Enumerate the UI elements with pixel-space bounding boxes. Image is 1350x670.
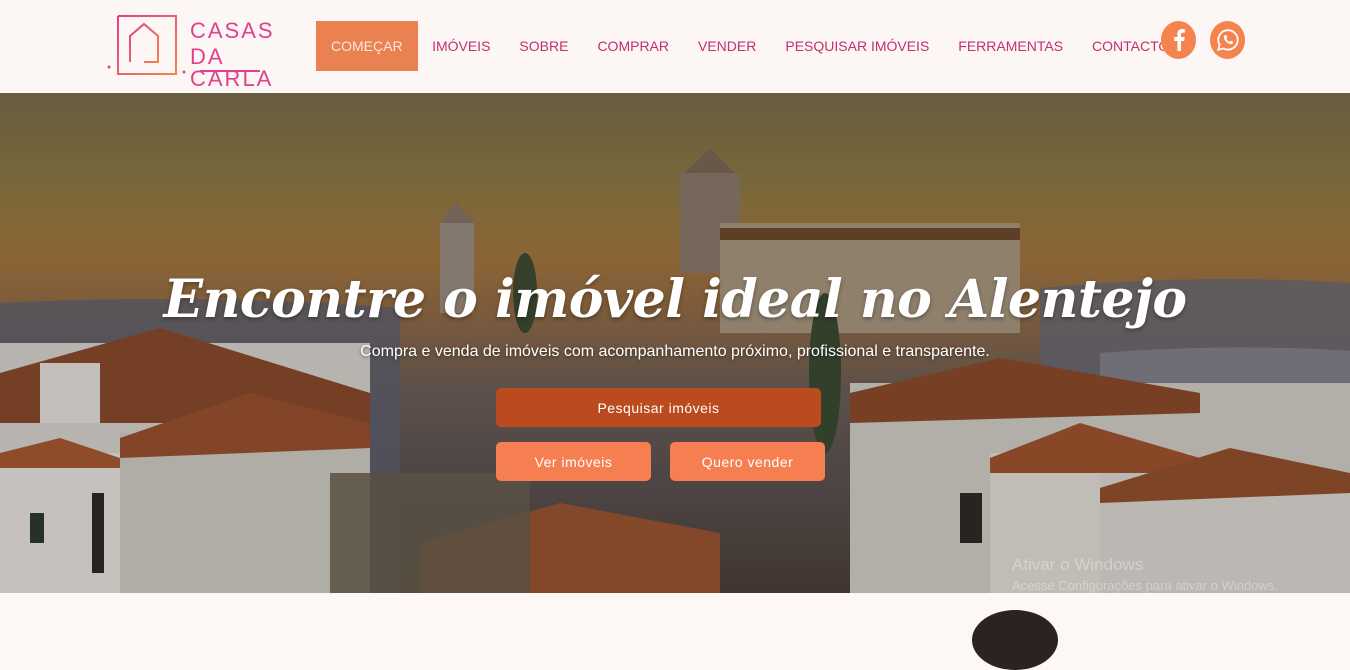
watermark-subtitle: Acesse Configurações para ativar o Windo… bbox=[1012, 578, 1278, 593]
avatar bbox=[972, 610, 1058, 670]
view-properties-button[interactable]: Ver imóveis bbox=[496, 442, 651, 481]
logo-line2: DA CARLA bbox=[190, 44, 274, 91]
nav-item-vender[interactable]: VENDER bbox=[684, 21, 771, 71]
nav-item-comprar[interactable]: COMPRAR bbox=[583, 21, 684, 71]
hero-section: Encontre o imóvel ideal no Alentejo Comp… bbox=[0, 93, 1350, 593]
logo-line1: CASAS bbox=[190, 18, 275, 43]
house-logo-icon bbox=[107, 15, 186, 75]
hero-title: Encontre o imóvel ideal no Alentejo bbox=[163, 269, 1187, 330]
watermark-title: Ativar o Windows bbox=[1012, 555, 1144, 574]
main-nav: COMEÇAR IMÓVEIS SOBRE COMPRAR VENDER PES… bbox=[316, 21, 1184, 71]
logo-underline bbox=[200, 70, 260, 72]
nav-item-ferramentas[interactable]: FERRAMENTAS bbox=[944, 21, 1078, 71]
nav-item-comecar[interactable]: COMEÇAR bbox=[316, 21, 418, 71]
whatsapp-button[interactable] bbox=[1210, 21, 1245, 59]
windows-activation-watermark: Ativar o Windows Acesse Configurações pa… bbox=[1012, 555, 1278, 593]
nav-item-imoveis[interactable]: IMÓVEIS bbox=[418, 21, 505, 71]
nav-item-sobre[interactable]: SOBRE bbox=[505, 21, 583, 71]
whatsapp-icon bbox=[1216, 29, 1239, 51]
facebook-button[interactable] bbox=[1161, 21, 1196, 59]
facebook-icon bbox=[1173, 29, 1185, 51]
want-to-sell-button[interactable]: Quero vender bbox=[670, 442, 825, 481]
hero-subtitle: Compra e venda de imóveis com acompanham… bbox=[360, 343, 990, 360]
site-header: CASAS DA CARLA COMEÇAR IMÓVEIS SOBRE COM… bbox=[0, 0, 1350, 93]
logo-text: CASAS DA CARLA bbox=[190, 20, 304, 90]
site-logo[interactable]: CASAS DA CARLA bbox=[104, 12, 304, 90]
nav-item-pesquisar-imoveis[interactable]: PESQUISAR IMÓVEIS bbox=[771, 21, 944, 71]
search-properties-button[interactable]: Pesquisar imóveis bbox=[496, 388, 821, 427]
